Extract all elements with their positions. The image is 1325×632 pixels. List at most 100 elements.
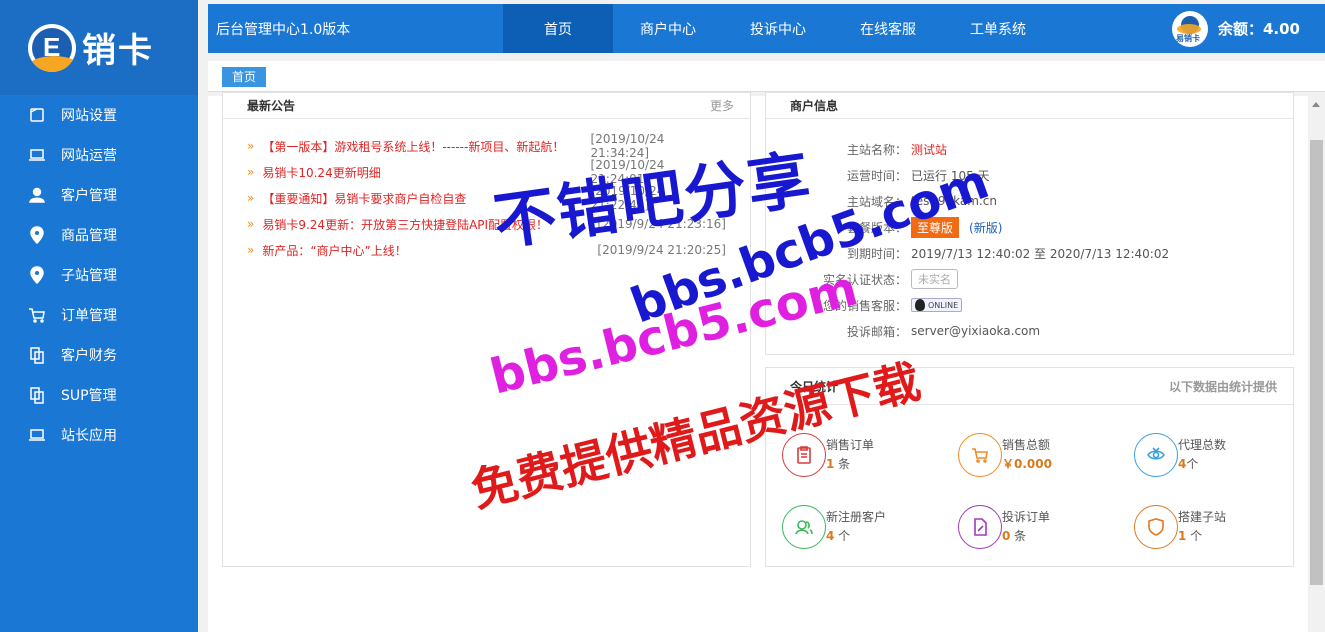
today-stats-note: 以下数据由统计提供 [1168, 379, 1277, 394]
expiry-label: 到期时间： [846, 246, 907, 261]
stat-text: 新注册客户 4 个 [826, 508, 886, 546]
qq-online-button[interactable]: ONLINE [911, 298, 963, 312]
site-name-row: 主站名称： 测试站 [766, 136, 1293, 162]
expiry-value: 2019/7/13 12:40:02 至 2020/7/13 12:40:02 [911, 246, 1170, 261]
stat-unit: 条 [1010, 529, 1027, 543]
today-stats-title: 今日统计 [790, 379, 839, 394]
announcements-title: 最新公告 [247, 99, 296, 113]
merchant-info-body: 主站名称： 测试站 运营时间： 已运行 105 天 主站域名： test.95kam.… [766, 119, 1293, 344]
nav-online-support[interactable]: 在线客服 [833, 4, 943, 53]
nav-ticket-system[interactable]: 工单系统 [943, 4, 1053, 53]
sidebar-item-label: 商品管理 [61, 228, 117, 244]
announcements-header: 最新公告 更多 [223, 93, 750, 119]
stat-sales-total[interactable]: 销售总额 ￥0.000 [958, 433, 1134, 477]
domain-value: test.95kam.cn [911, 194, 997, 208]
list-item[interactable]: » 易销卡9.24更新：开放第三方快捷登陆API配置权限！ [2019/9/24 2… [247, 211, 750, 237]
app-title: 后台管理中心1.0版本 [216, 21, 351, 38]
nav-merchant-center[interactable]: 商户中心 [613, 4, 723, 53]
clipboard-icon [782, 433, 826, 477]
logo-letter: E [43, 31, 61, 62]
sidebar-item-order-management[interactable]: 订单管理 [0, 295, 198, 335]
site-name-value: 测试站 [911, 142, 948, 157]
uptime-row: 运营时间： 已运行 105 天 [766, 162, 1293, 188]
stat-unit: 个 [1186, 529, 1203, 543]
balance-text: 余额：4.00 [1217, 20, 1300, 38]
stat-label: 投诉订单 [1002, 510, 1051, 524]
today-stats-header: 今日统计 以下数据由统计提供 [766, 368, 1293, 405]
sidebar-item-site-settings[interactable]: 网站设置 [0, 95, 198, 135]
stat-unit: 条 [834, 457, 851, 471]
scroll-up-arrow-icon[interactable] [1312, 102, 1320, 107]
breadcrumb-tab-home[interactable]: 首页 [222, 67, 267, 87]
sidebar-item-site-operation[interactable]: 网站运营 [0, 135, 198, 175]
user-icon [28, 186, 46, 204]
list-item[interactable]: » 易销卡10.24更新明细 [2019/10/24 21:24:01] [247, 158, 750, 186]
account-balance: 易销卡 余额：4.00 [1171, 10, 1325, 47]
announcement-title[interactable]: 【重要通知】易销卡要求商户自检自查 [262, 190, 590, 207]
announcement-title[interactable]: 【第一版本】游戏租号系统上线！------新项目、新起航！ [262, 138, 590, 155]
location-pin-icon [28, 226, 46, 244]
avatar[interactable]: 易销卡 [1171, 10, 1208, 47]
online-text: ONLINE [928, 300, 959, 310]
nav-home[interactable]: 首页 [503, 4, 613, 53]
stat-unit: 个 [834, 529, 851, 543]
stat-sales-orders[interactable]: 销售订单 1 条 [782, 433, 958, 477]
announcement-date: [2019/10/24 21:34:24] [590, 132, 665, 160]
list-item[interactable]: » 【第一版本】游戏租号系统上线！------新项目、新起航！ [2019/10/2… [247, 132, 750, 160]
announcement-title[interactable]: 易销卡9.24更新：开放第三方快捷登陆API配置权限！ [262, 216, 592, 233]
sales-support-row: 您的销售客服： ONLINE [766, 292, 1293, 318]
domain-row: 主站域名： test.95kam.cn [766, 188, 1293, 214]
email-value: server@yixiaoka.com [911, 324, 1041, 338]
auth-row: 实名认证状态： 未实名 [766, 266, 1293, 292]
expiry-row: 到期时间： 2019/7/13 12:40:02 至 2020/7/13 12:4… [766, 240, 1293, 266]
stat-label: 代理总数 [1178, 438, 1227, 452]
eye-icon [1134, 433, 1178, 477]
vertical-scrollbar[interactable] [1308, 96, 1325, 632]
stat-complaint-orders[interactable]: 投诉订单 0 条 [958, 505, 1134, 549]
sidebar-item-label: 客户财务 [61, 348, 117, 364]
copy-icon [28, 346, 46, 364]
stat-text: 销售订单 1 条 [826, 436, 874, 474]
stat-text: 投诉订单 0 条 [1002, 508, 1050, 546]
laptop-icon [28, 146, 46, 164]
double-chevron-icon: » [247, 165, 255, 179]
sales-support-label: 您的销售客服： [822, 298, 907, 313]
laptop-icon [28, 426, 46, 444]
announcements-panel: 最新公告 更多 » 【第一版本】游戏租号系统上线！------新项目、新起航！ [2… [222, 92, 751, 567]
auth-status-badge[interactable]: 未实名 [911, 269, 958, 289]
stat-value: ￥0.000 [1002, 457, 1052, 471]
plan-label: 套餐版本： [846, 220, 907, 235]
list-item[interactable]: » 新产品：“商户中心”上线！ [2019/9/24 21:20:25] [247, 237, 750, 263]
sidebar-item-product-management[interactable]: 商品管理 [0, 215, 198, 255]
list-item[interactable]: » 【重要通知】易销卡要求商户自检自查 [2019/10/24 21:22:40] [247, 184, 750, 212]
double-chevron-icon: » [247, 139, 255, 153]
sidebar-item-webmaster-apps[interactable]: 站长应用 [0, 415, 198, 455]
sidebar-item-label: 子站管理 [61, 268, 117, 284]
logo-icon: E [28, 23, 76, 72]
stat-label: 销售总额 [1002, 438, 1051, 452]
sidebar-item-substation-management[interactable]: 子站管理 [0, 255, 198, 295]
announcement-title[interactable]: 新产品：“商户中心”上线！ [262, 242, 592, 259]
merchant-info-header: 商户信息 [766, 93, 1293, 119]
announcement-date: [2019/10/24 21:24:01] [590, 158, 665, 186]
sidebar-item-sup-management[interactable]: SUP管理 [0, 375, 198, 415]
stat-new-customers[interactable]: 新注册客户 4 个 [782, 505, 958, 549]
announcement-date: [2019/9/24 21:20:25] [597, 243, 726, 257]
sidebar-item-label: 客户管理 [61, 188, 117, 204]
plan-new-tag: (新版) [969, 220, 1003, 235]
stat-agents-total[interactable]: 代理总数 4个 [1134, 433, 1310, 477]
sidebar-item-label: 站长应用 [61, 428, 117, 444]
tablet-icon [28, 106, 46, 124]
stat-substations-built[interactable]: 搭建子站 1 个 [1134, 505, 1310, 549]
sidebar-item-customer-finance[interactable]: 客户财务 [0, 335, 198, 375]
announcement-title[interactable]: 易销卡10.24更新明细 [262, 164, 590, 181]
nav-complaint-center[interactable]: 投诉中心 [723, 4, 833, 53]
sidebar-item-customer-management[interactable]: 客户管理 [0, 175, 198, 215]
announcement-date: [2019/9/24 21:23:16] [597, 217, 726, 231]
double-chevron-icon: » [247, 217, 255, 231]
announcements-more-link[interactable]: 更多 [710, 97, 734, 114]
top-navbar: 后台管理中心1.0版本 首页 商户中心 投诉中心 在线客服 工单系统 易销卡 余… [208, 4, 1325, 53]
double-chevron-icon: » [247, 243, 255, 257]
scrollbar-thumb[interactable] [1310, 140, 1323, 585]
logo[interactable]: E 销卡 [0, 0, 198, 95]
